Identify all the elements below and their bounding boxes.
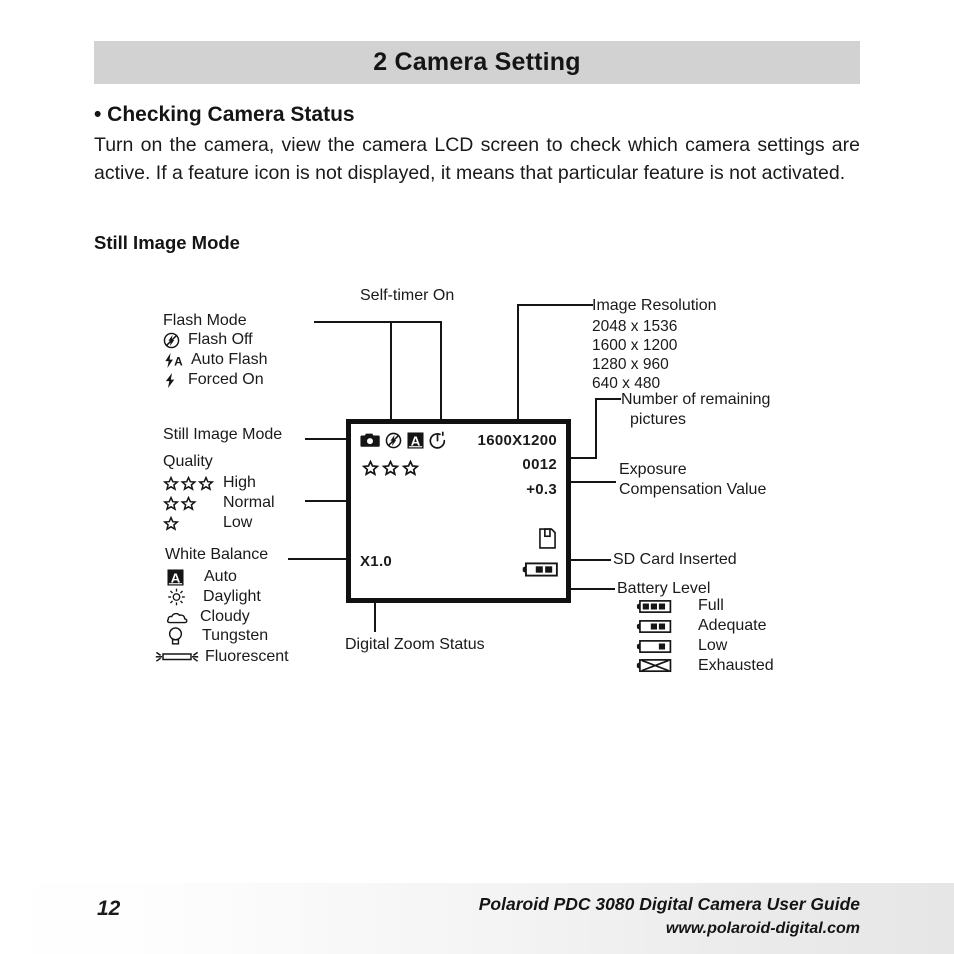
legend-battery-low-label: Low bbox=[698, 637, 728, 654]
cloudy-icon bbox=[167, 610, 188, 625]
legend-battery-exhausted: Exhausted bbox=[636, 657, 774, 675]
callout-self-timer: Self-timer On bbox=[360, 287, 455, 304]
footer-guide-title: Polaroid PDC 3080 Digital Camera User Gu… bbox=[478, 894, 860, 914]
tungsten-icon bbox=[167, 626, 187, 646]
battery-adequate-icon bbox=[636, 619, 674, 634]
leader-resolution-h bbox=[517, 304, 593, 306]
legend-wb-daylight: Daylight bbox=[167, 588, 261, 606]
svg-text:A: A bbox=[411, 433, 421, 448]
legend-quality-normal: Normal bbox=[163, 494, 275, 512]
chapter-header-band: 2 Camera Setting bbox=[94, 41, 860, 84]
footer-page-number: 12 bbox=[97, 897, 121, 920]
callout-sd-card: SD Card Inserted bbox=[613, 551, 737, 568]
callout-remaining-line2: pictures bbox=[630, 411, 687, 428]
callout-still-image-mode: Still Image Mode bbox=[163, 426, 283, 443]
legend-battery-adequate-label: Adequate bbox=[698, 617, 767, 634]
legend-battery-full-label: Full bbox=[698, 597, 724, 614]
legend-wb-auto-label: Auto bbox=[204, 568, 237, 585]
lcd-remaining-count: 0012 bbox=[522, 456, 557, 473]
flash-off-icon bbox=[163, 332, 180, 349]
legend-wb-cloudy: Cloudy bbox=[167, 608, 250, 626]
legend-wb-cloudy-label: Cloudy bbox=[200, 608, 250, 625]
legend-battery-full: Full bbox=[636, 597, 724, 615]
legend-forced-flash: Forced On bbox=[163, 371, 264, 389]
svg-text:A: A bbox=[174, 354, 183, 368]
leader-flash-v bbox=[390, 321, 392, 421]
document-page: 2 Camera Setting • Checking Camera Statu… bbox=[0, 0, 954, 954]
lcd-quality-stars bbox=[362, 460, 420, 476]
legend-quality-high-label: High bbox=[223, 474, 256, 491]
lcd-zoom-value: X1.0 bbox=[360, 553, 393, 570]
resolution-option-1: 1600 x 1200 bbox=[592, 337, 678, 354]
leader-resolution-v bbox=[517, 304, 519, 421]
legend-flash-off: Flash Off bbox=[163, 331, 253, 349]
leader-self-timer bbox=[440, 321, 442, 421]
legend-wb-auto: A Auto bbox=[167, 568, 237, 586]
auto-wb-icon: A bbox=[167, 568, 187, 586]
legend-quality-normal-label: Normal bbox=[223, 494, 275, 511]
legend-wb-fluorescent: Fluorescent bbox=[155, 648, 289, 666]
lcd-screen: A 1600X1200 0012 +0.3 X1.0 bbox=[346, 419, 571, 603]
legend-forced-flash-label: Forced On bbox=[188, 371, 264, 388]
legend-quality-low: Low bbox=[163, 514, 252, 532]
callout-exposure-line1: Exposure bbox=[619, 461, 687, 478]
leader-exposure bbox=[569, 481, 616, 483]
one-star-icon bbox=[163, 515, 215, 531]
resolution-option-2: 1280 x 960 bbox=[592, 356, 669, 373]
callout-battery-title: Battery Level bbox=[617, 580, 711, 597]
two-stars-icon bbox=[163, 495, 215, 511]
lcd-resolution-value: 1600X1200 bbox=[477, 432, 557, 449]
fluorescent-icon bbox=[155, 650, 199, 664]
battery-adequate-icon bbox=[522, 562, 558, 577]
leader-remaining-h1 bbox=[595, 398, 621, 400]
page-title: 2 Camera Setting bbox=[373, 48, 581, 76]
legend-wb-daylight-label: Daylight bbox=[203, 588, 261, 605]
leader-still-image-mode bbox=[305, 438, 349, 440]
callout-remaining-line1: Number of remaining bbox=[621, 391, 771, 408]
daylight-icon bbox=[167, 588, 187, 606]
sd-card-icon bbox=[539, 528, 556, 549]
callout-quality-title: Quality bbox=[163, 453, 213, 470]
callout-digital-zoom: Digital Zoom Status bbox=[345, 636, 485, 653]
legend-flash-off-label: Flash Off bbox=[188, 331, 253, 348]
flash-off-icon bbox=[385, 432, 402, 449]
legend-quality-high: High bbox=[163, 474, 256, 492]
auto-flash-icon: A bbox=[163, 352, 187, 369]
legend-battery-low: Low bbox=[636, 637, 727, 655]
battery-low-icon bbox=[636, 639, 674, 654]
leader-flash-h bbox=[314, 321, 442, 323]
leader-remaining-v bbox=[595, 398, 597, 458]
three-stars-icon bbox=[163, 475, 215, 491]
still-image-mode-heading: Still Image Mode bbox=[94, 232, 240, 253]
section-heading: • Checking Camera Status bbox=[94, 103, 355, 126]
still-image-mode-icon bbox=[360, 432, 380, 448]
svg-text:A: A bbox=[171, 570, 181, 585]
legend-battery-adequate: Adequate bbox=[636, 617, 767, 635]
legend-wb-tungsten-label: Tungsten bbox=[202, 627, 269, 644]
callout-image-resolution-title: Image Resolution bbox=[592, 297, 717, 314]
leader-sd-card bbox=[569, 559, 611, 561]
leader-remaining-h2 bbox=[569, 457, 597, 459]
legend-quality-low-label: Low bbox=[223, 514, 253, 531]
battery-full-icon bbox=[636, 599, 674, 614]
lcd-status-icons: A bbox=[360, 431, 446, 449]
auto-wb-icon: A bbox=[407, 431, 424, 449]
intro-paragraph: Turn on the camera, view the camera LCD … bbox=[94, 134, 860, 184]
legend-auto-flash: A Auto Flash bbox=[163, 351, 267, 369]
resolution-option-0: 2048 x 1536 bbox=[592, 318, 678, 335]
legend-wb-fluorescent-label: Fluorescent bbox=[205, 648, 289, 665]
forced-flash-icon bbox=[163, 372, 180, 389]
legend-wb-tungsten: Tungsten bbox=[167, 626, 268, 646]
callout-exposure-line2: Compensation Value bbox=[619, 481, 767, 498]
self-timer-icon bbox=[429, 431, 446, 449]
callout-flash-mode-title: Flash Mode bbox=[163, 312, 247, 329]
legend-battery-exhausted-label: Exhausted bbox=[698, 657, 774, 674]
footer-url[interactable]: www.polaroid-digital.com bbox=[666, 920, 860, 938]
callout-white-balance-title: White Balance bbox=[165, 546, 269, 563]
leader-battery bbox=[569, 588, 615, 590]
lcd-exposure-value: +0.3 bbox=[526, 481, 557, 498]
battery-exhausted-icon bbox=[636, 658, 674, 674]
legend-auto-flash-label: Auto Flash bbox=[191, 351, 268, 368]
